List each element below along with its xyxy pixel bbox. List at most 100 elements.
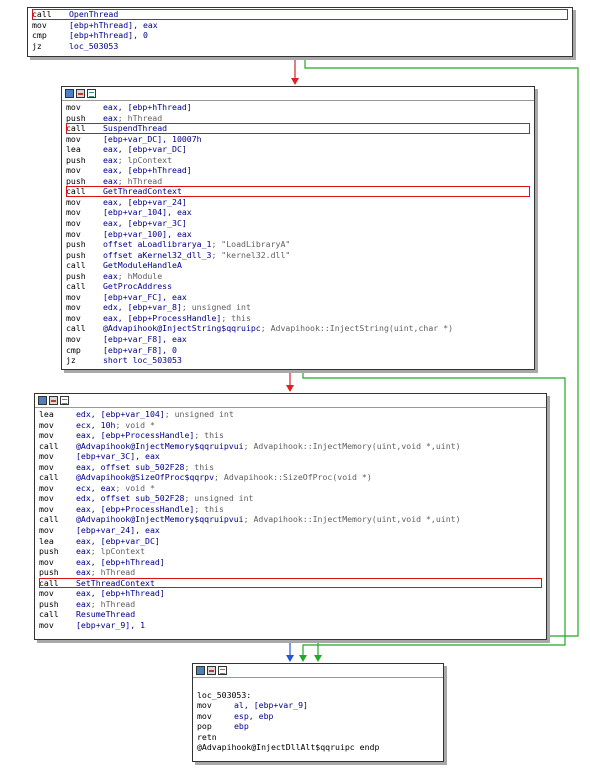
asm-line[interactable]: jz loc_503053 [32,41,568,52]
asm-operands[interactable]: GetThreadContext [103,186,182,197]
asm-line[interactable]: mov eax, [ebp+ProcessHandle] ; this [39,504,542,515]
asm-line[interactable]: @Advapihook@InjectDllAlt$qqruipc endp [197,742,439,753]
asm-line[interactable]: call ResumeThread [39,609,542,620]
asm-line[interactable]: push eax ; lpContext [66,155,530,166]
asm-operands[interactable]: edx, offset sub_502F28 [76,493,184,504]
asm-line[interactable]: push eax ; hThread [66,176,530,187]
asm-line[interactable]: lea eax, [ebp+var_DC] [66,144,530,155]
asm-operands[interactable]: @Advapihook@InjectMemory$qqruipvui [76,441,244,452]
asm-line[interactable]: mov [ebp+var_F8], eax [66,334,530,345]
asm-operands[interactable]: [ebp+hThread], 0 [69,30,148,41]
asm-operands[interactable]: GetProcAddress [103,281,172,292]
asm-operands[interactable]: OpenThread [69,9,118,20]
asm-operands[interactable]: eax, [ebp+ProcessHandle] [76,504,194,515]
asm-line[interactable]: call OpenThread [32,9,568,20]
asm-line[interactable]: call @Advapihook@InjectString$qqruipc ; A… [66,323,530,334]
asm-line[interactable]: call SuspendThread [66,123,530,134]
asm-operands[interactable]: [ebp+var_DC], 10007h [103,134,202,145]
edit-icon[interactable] [76,89,85,98]
asm-line[interactable]: mov eax, [ebp+hThread] [66,102,530,113]
asm-line[interactable]: push offset aLoadlibrarya_1 ; "LoadLibrar… [66,239,530,250]
asm-operands[interactable]: [ebp+var_100], eax [103,229,192,240]
asm-line[interactable]: mov ecx, 10h ; void * [39,420,542,431]
asm-operands[interactable]: SetThreadContext [76,578,155,589]
asm-line[interactable]: mov edx, [ebp+var_8] ; unsigned int [66,302,530,313]
asm-operands[interactable]: eax, [ebp+hThread] [76,588,165,599]
asm-label[interactable]: loc_503053: [197,690,251,701]
asm-operands[interactable]: eax, [ebp+hThread] [76,557,165,568]
asm-line[interactable]: mov [ebp+hThread], eax [32,20,568,31]
asm-line[interactable]: pop ebp [197,721,439,732]
asm-operands[interactable]: [ebp+var_FC], eax [103,292,187,303]
asm-operands[interactable]: @Advapihook@InjectString$qqruipc [103,323,261,334]
asm-operands[interactable]: eax, [ebp+var_3C] [103,218,187,229]
asm-operands[interactable]: [ebp+var_3C], eax [76,451,160,462]
asm-line[interactable]: call GetProcAddress [66,281,530,292]
asm-operands[interactable]: eax [103,176,118,187]
asm-operands[interactable]: @Advapihook@SizeOfProc$qqrpv [76,472,214,483]
asm-operands[interactable]: eax, [ebp+hThread] [103,102,192,113]
asm-operands[interactable]: esp, ebp [234,711,273,722]
asm-line[interactable]: mov [ebp+var_FC], eax [66,292,530,303]
asm-operands[interactable]: @Advapihook@InjectMemory$qqruipvui [76,514,244,525]
asm-operands[interactable]: ecx, eax [76,483,115,494]
asm-line[interactable]: mov [ebp+var_24], eax [39,525,542,536]
asm-operands[interactable]: al, [ebp+var_9] [234,700,308,711]
asm-operands[interactable]: eax, [ebp+var_DC] [76,536,160,547]
graph-view-icon[interactable] [38,396,47,405]
asm-operands[interactable]: short loc_503053 [103,355,182,366]
asm-line[interactable]: jz short loc_503053 [66,355,530,366]
asm-operands[interactable]: [ebp+var_24], eax [76,525,160,536]
asm-line[interactable]: push eax ; lpContext [39,546,542,557]
asm-line[interactable]: lea eax, [ebp+var_DC] [39,536,542,547]
asm-operands[interactable]: ResumeThread [76,609,135,620]
asm-operands[interactable]: eax [76,599,91,610]
asm-operands[interactable]: eax [103,155,118,166]
asm-line[interactable]: mov eax, [ebp+ProcessHandle] ; this [39,430,542,441]
asm-line[interactable]: call @Advapihook@SizeOfProc$qqrpv ; Advap… [39,472,542,483]
asm-operands[interactable]: eax, [ebp+ProcessHandle] [76,430,194,441]
asm-line[interactable]: push eax ; hThread [66,113,530,124]
asm-line[interactable]: cmp [ebp+hThread], 0 [32,30,568,41]
asm-operands[interactable]: eax, [ebp+var_24] [103,197,187,208]
asm-line[interactable]: mov [ebp+var_DC], 10007h [66,134,530,145]
asm-line[interactable]: call @Advapihook@InjectMemory$qqruipvui ;… [39,441,542,452]
asm-line[interactable]: loc_503053: [197,690,439,701]
asm-operands[interactable]: eax, [ebp+ProcessHandle] [103,313,221,324]
asm-line[interactable]: push offset aKernel32_dll_3 ; "kernel32.d… [66,250,530,261]
edit-icon[interactable] [207,666,216,675]
code-block-open-thread[interactable]: call OpenThread mov [ebp+hThread], eax cmp [e… [27,7,573,57]
asm-operands[interactable]: eax, [ebp+hThread] [103,165,192,176]
code-block-suspend-context[interactable]: mov eax, [ebp+hThread] push eax ; hThread ca… [61,86,535,370]
asm-line[interactable]: mov esp, ebp [197,711,439,722]
asm-line[interactable]: mov al, [ebp+var_9] [197,700,439,711]
asm-line[interactable]: push eax ; hModule [66,271,530,282]
code-block-loc-503053[interactable]: loc_503053: mov al, [ebp+var_9] mov esp, ebp… [192,663,444,762]
asm-line[interactable]: mov ecx, eax ; void * [39,483,542,494]
asm-operands[interactable]: edx, [ebp+var_104] [76,409,165,420]
asm-operands[interactable]: eax, [ebp+var_DC] [103,144,187,155]
asm-line[interactable]: mov [ebp+var_3C], eax [39,451,542,462]
asm-line[interactable]: push eax ; hThread [39,567,542,578]
asm-operands[interactable]: ecx, 10h [76,420,115,431]
asm-line[interactable]: mov edx, offset sub_502F28 ; unsigned int [39,493,542,504]
asm-operands[interactable]: SuspendThread [103,123,167,134]
asm-operands[interactable]: offset aLoadlibrarya_1 [103,239,211,250]
asm-operands[interactable]: loc_503053 [69,41,118,52]
asm-line[interactable]: call GetModuleHandleA [66,260,530,271]
list-view-icon[interactable] [87,89,96,98]
asm-line[interactable]: mov eax, [ebp+var_3C] [66,218,530,229]
edit-icon[interactable] [49,396,58,405]
asm-line[interactable]: mov [ebp+var_9], 1 [39,620,542,631]
asm-line[interactable]: call GetThreadContext [66,186,530,197]
asm-line[interactable]: lea edx, [ebp+var_104] ; unsigned int [39,409,542,420]
asm-operands[interactable]: [ebp+var_104], eax [103,207,192,218]
asm-operands[interactable]: ebp [234,721,249,732]
list-view-icon[interactable] [60,396,69,405]
asm-operands[interactable]: [ebp+var_F8], 0 [103,345,177,356]
asm-label[interactable]: @Advapihook@InjectDllAlt$qqruipc endp [197,742,379,753]
asm-line[interactable]: mov eax, [ebp+hThread] [39,557,542,568]
asm-line[interactable]: mov [ebp+var_100], eax [66,229,530,240]
asm-line[interactable]: mov eax, [ebp+ProcessHandle] ; this [66,313,530,324]
asm-line[interactable]: retn [197,732,439,743]
